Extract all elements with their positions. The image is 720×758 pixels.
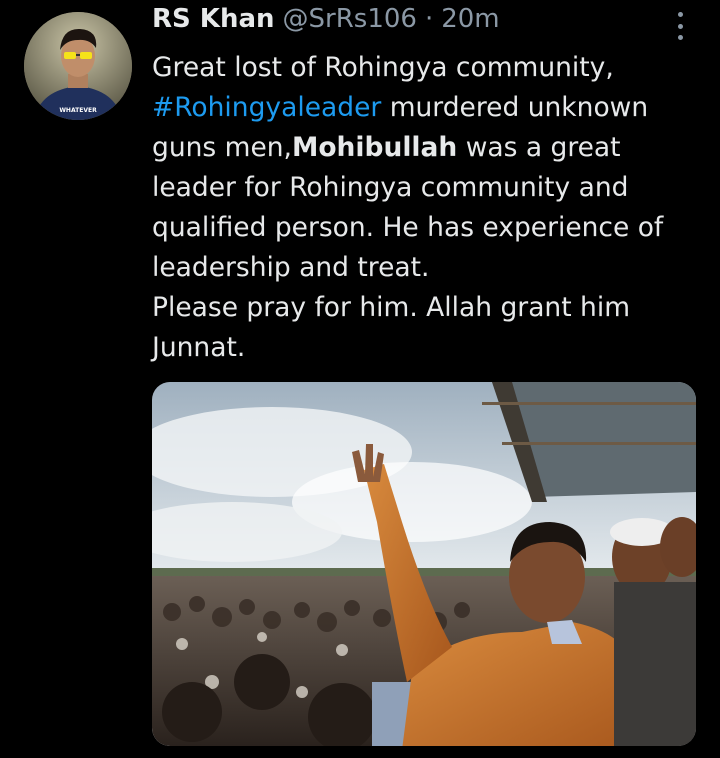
avatar-shirt-text: WHATEVER <box>59 107 97 114</box>
tweet-text-line: Junnat. <box>152 332 246 363</box>
author-handle[interactable]: @SrRs106 <box>283 4 417 34</box>
tweet-timestamp[interactable]: 20m <box>441 4 499 34</box>
tweet-header: RS Khan @SrRs106 · 20m <box>152 4 500 44</box>
tweet-text-line: leadership and treat. <box>152 252 430 283</box>
tweet-text: Great lost of Rohingya community, #Rohin… <box>152 48 692 368</box>
more-dot <box>677 23 683 29</box>
tweet-text-line: leader for Rohingya community and <box>152 172 629 203</box>
tweet-text-line: Please pray for him. Allah grant him <box>152 292 631 323</box>
author-name[interactable]: RS Khan <box>152 4 275 34</box>
bold-name: Mohibullah <box>291 132 458 163</box>
tweet-text-line: #Rohingyaleader murdered unknown <box>152 88 692 128</box>
tweet-media-photo[interactable] <box>152 382 696 746</box>
avatar-image: WHATEVER <box>24 12 132 120</box>
hashtag-link[interactable]: #Rohingyaleader <box>152 92 381 123</box>
avatar[interactable]: WHATEVER <box>24 12 132 120</box>
more-dot <box>677 35 683 40</box>
header-separator: · <box>424 4 434 34</box>
tweet-text-fragment: guns men, <box>152 132 292 163</box>
tweet-text-line: Great lost of Rohingya community, <box>152 52 614 83</box>
more-options-icon[interactable] <box>668 8 692 44</box>
tweet-text-line: guns men,Mohibullah was a great <box>152 128 692 168</box>
media-photo-illustration <box>152 382 696 746</box>
tweet-text-fragment: was a great <box>457 132 621 163</box>
tweet-text-line: qualified person. He has experience of <box>152 212 664 243</box>
more-dot <box>677 12 683 17</box>
tweet-text-fragment: murdered unknown <box>381 92 649 123</box>
